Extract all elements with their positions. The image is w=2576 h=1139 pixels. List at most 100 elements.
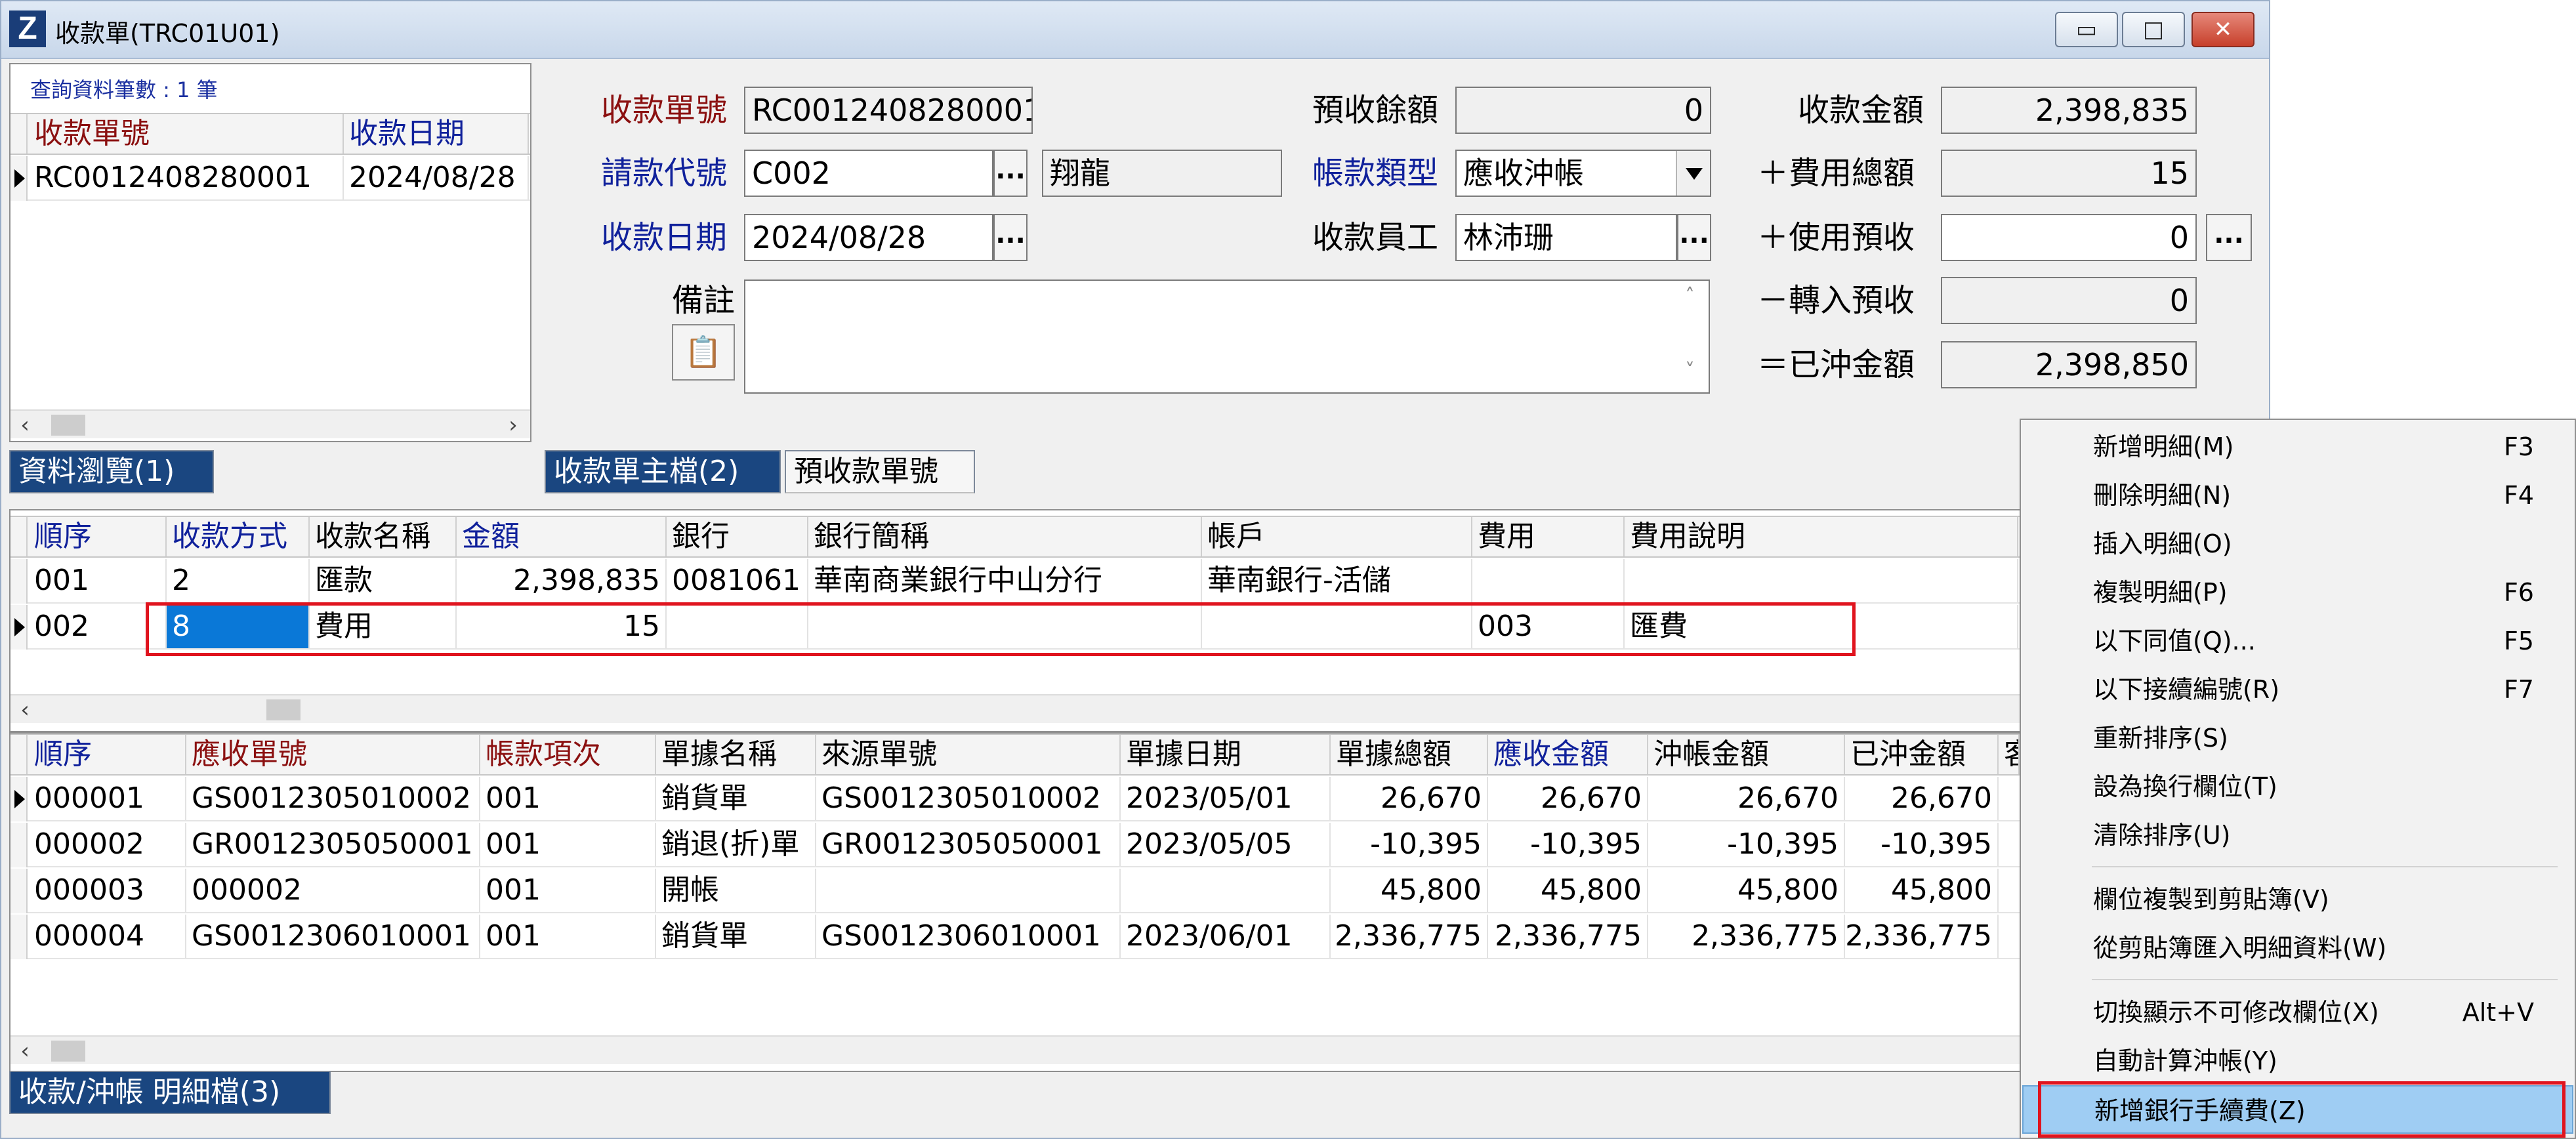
offset-offset-done[interactable]: 26,670 — [1845, 777, 1999, 820]
menu-item-continue-numbering[interactable]: 以下接續編號(R) F7 — [2022, 665, 2573, 714]
remark-field[interactable] — [744, 280, 1710, 394]
scroll-left-icon[interactable]: ‹ — [13, 412, 37, 438]
offset-doc-date[interactable]: 2023/06/01 — [1121, 915, 1331, 958]
offset-item-no[interactable]: 001 — [480, 823, 656, 866]
remark-scroll-up-icon[interactable]: ˄ — [1685, 285, 1695, 308]
column-doc-name[interactable]: 單據名稱 — [656, 735, 816, 774]
offset-ar-amount[interactable]: 2,336,775 — [1488, 915, 1648, 958]
offset-row[interactable]: 000004 GS0012306010001 001 銷貨單 GS0012306… — [10, 915, 2020, 959]
offset-doc-name[interactable]: 開帳 — [656, 869, 816, 912]
offset-doc-date[interactable]: 2023/05/01 — [1121, 777, 1331, 820]
offset-ar-no[interactable]: 000002 — [186, 869, 480, 912]
offset-doc-total[interactable]: -10,395 — [1331, 823, 1488, 866]
use-prepaid-field[interactable]: 0 — [1941, 214, 2197, 261]
menu-item-insert-detail[interactable]: 插入明細(O) — [2022, 520, 2573, 568]
offset-source-no[interactable]: GS0012306010001 — [816, 915, 1121, 958]
column-pay-method[interactable]: 收款方式 — [167, 517, 310, 556]
close-button[interactable]: ✕ — [2192, 12, 2254, 47]
offset-offset-done[interactable]: -10,395 — [1845, 823, 1999, 866]
column-fee[interactable]: 費用 — [1472, 517, 1625, 556]
payment-amount[interactable]: 2,398,835 — [457, 559, 667, 602]
scroll-thumb[interactable] — [266, 699, 301, 720]
column-customer-partial[interactable]: 客 — [1999, 735, 2020, 774]
scroll-thumb[interactable] — [51, 415, 85, 436]
offset-ar-amount[interactable]: 45,800 — [1488, 869, 1648, 912]
offset-offset-amount[interactable]: 2,336,775 — [1648, 915, 1845, 958]
browse-receipt-no[interactable]: RC0012408280001 — [29, 156, 344, 199]
offset-seq[interactable]: 000001 — [29, 777, 186, 820]
offset-offset-amount[interactable]: 26,670 — [1648, 777, 1845, 820]
payment-account[interactable]: 華南銀行-活儲 — [1202, 559, 1472, 602]
offset-row[interactable]: 000001 GS0012305010002 001 銷貨單 GS0012305… — [10, 777, 2020, 821]
browse-row[interactable]: RC0012408280001 2024/08/28 — [10, 156, 530, 201]
menu-item-copy-detail[interactable]: 複製明細(P) F6 — [2022, 568, 2573, 617]
column-ar-no[interactable]: 應收單號 — [186, 735, 480, 774]
payment-bank[interactable]: 0081061 — [667, 559, 808, 602]
offset-item-no[interactable]: 001 — [480, 915, 656, 958]
offset-doc-name[interactable]: 銷退(折)單 — [656, 823, 816, 866]
account-type-dropdown-button[interactable] — [1676, 151, 1710, 196]
column-bank[interactable]: 銀行 — [667, 517, 808, 556]
column-receipt-date[interactable]: 收款日期 — [344, 114, 529, 154]
menu-item-toggle-readonly-columns[interactable]: 切換顯示不可修改欄位(X) Alt+V — [2022, 988, 2573, 1037]
payment-hscrollbar[interactable]: ‹ — [10, 694, 2020, 723]
column-seq[interactable]: 順序 — [29, 517, 167, 556]
offset-source-no[interactable]: GR0012305050001 — [816, 823, 1121, 866]
receipt-no-field[interactable]: RC0012408280001 — [744, 87, 1033, 134]
tab-browse[interactable]: 資料瀏覽(1) — [9, 450, 214, 493]
use-prepaid-lookup-button[interactable]: ... — [2206, 214, 2252, 261]
tab-master[interactable]: 收款單主檔(2) — [545, 450, 781, 493]
offset-doc-date[interactable] — [1121, 869, 1331, 912]
offset-hscrollbar[interactable]: ‹ — [10, 1035, 2020, 1064]
offset-ar-amount[interactable]: -10,395 — [1488, 823, 1648, 866]
remark-scroll-down-icon[interactable]: ˅ — [1685, 360, 1695, 383]
collector-field[interactable]: 林沛珊 — [1455, 214, 1677, 261]
payment-seq[interactable]: 001 — [29, 559, 167, 602]
offset-doc-name[interactable]: 銷貨單 — [656, 915, 816, 958]
column-source-no[interactable]: 來源單號 — [816, 735, 1121, 774]
menu-item-add-detail[interactable]: 新增明細(M) F3 — [2022, 423, 2573, 471]
offset-item-no[interactable]: 001 — [480, 869, 656, 912]
offset-ar-no[interactable]: GR0012305050001 — [186, 823, 480, 866]
receipt-date-picker-button[interactable]: ... — [993, 214, 1028, 261]
scroll-right-icon[interactable]: › — [501, 412, 525, 438]
offset-item-no[interactable]: 001 — [480, 777, 656, 820]
menu-item-fill-down[interactable]: 以下同值(Q)... F5 — [2022, 617, 2573, 665]
offset-offset-amount[interactable]: 45,800 — [1648, 869, 1845, 912]
column-amount[interactable]: 金額 — [457, 517, 667, 556]
receipt-date-field[interactable]: 2024/08/28 — [744, 214, 993, 261]
offset-doc-name[interactable]: 銷貨單 — [656, 777, 816, 820]
payment-fee-desc[interactable] — [1625, 559, 2018, 602]
browse-receipt-date[interactable]: 2024/08/28 — [344, 156, 529, 199]
column-ar-amount[interactable]: 應收金額 — [1488, 735, 1648, 774]
tab-detail[interactable]: 收款/沖帳 明細檔(3) — [9, 1071, 331, 1114]
payment-method[interactable]: 2 — [167, 559, 310, 602]
offset-row[interactable]: 000003 000002 001 開帳 45,800 45,800 45,80… — [10, 869, 2020, 913]
offset-ar-amount[interactable]: 26,670 — [1488, 777, 1648, 820]
payment-fee[interactable] — [1472, 559, 1625, 602]
column-offset-amount[interactable]: 沖帳金額 — [1648, 735, 1845, 774]
column-fee-desc[interactable]: 費用說明 — [1625, 517, 2018, 556]
invoice-code-field[interactable]: C002 — [744, 150, 993, 197]
offset-offset-done[interactable]: 45,800 — [1845, 869, 1999, 912]
collector-lookup-button[interactable]: ... — [1677, 214, 1711, 261]
remark-editor-icon[interactable]: 📋 — [672, 324, 735, 381]
column-item-no[interactable]: 帳款項次 — [480, 735, 656, 774]
menu-item-delete-detail[interactable]: 刪除明細(N) F4 — [2022, 471, 2573, 520]
offset-doc-total[interactable]: 45,800 — [1331, 869, 1488, 912]
menu-item-auto-calc-offset[interactable]: 自動計算沖帳(Y) — [2022, 1037, 2573, 1085]
offset-source-no[interactable] — [816, 869, 1121, 912]
payment-bank-short[interactable]: 華南商業銀行中山分行 — [808, 559, 1202, 602]
account-type-select[interactable]: 應收沖帳 — [1455, 150, 1711, 197]
tab-prepaid-no[interactable]: 預收款單號 — [785, 450, 975, 493]
menu-item-set-wrap-column[interactable]: 設為換行欄位(T) — [2022, 762, 2573, 811]
browse-hscrollbar[interactable]: ‹ › — [10, 409, 530, 438]
offset-ar-no[interactable]: GS0012306010001 — [186, 915, 480, 958]
column-offset-done[interactable]: 已沖金額 — [1845, 735, 1999, 774]
payment-row[interactable]: 001 2 匯款 2,398,835 0081061 華南商業銀行中山分行 華南… — [10, 559, 2020, 604]
minimize-button[interactable]: ▭ — [2055, 12, 2118, 47]
menu-item-copy-to-clipboard[interactable]: 欄位複製到剪貼簿(V) — [2022, 875, 2573, 924]
offset-ar-no[interactable]: GS0012305010002 — [186, 777, 480, 820]
offset-seq[interactable]: 000004 — [29, 915, 186, 958]
offset-doc-total[interactable]: 26,670 — [1331, 777, 1488, 820]
